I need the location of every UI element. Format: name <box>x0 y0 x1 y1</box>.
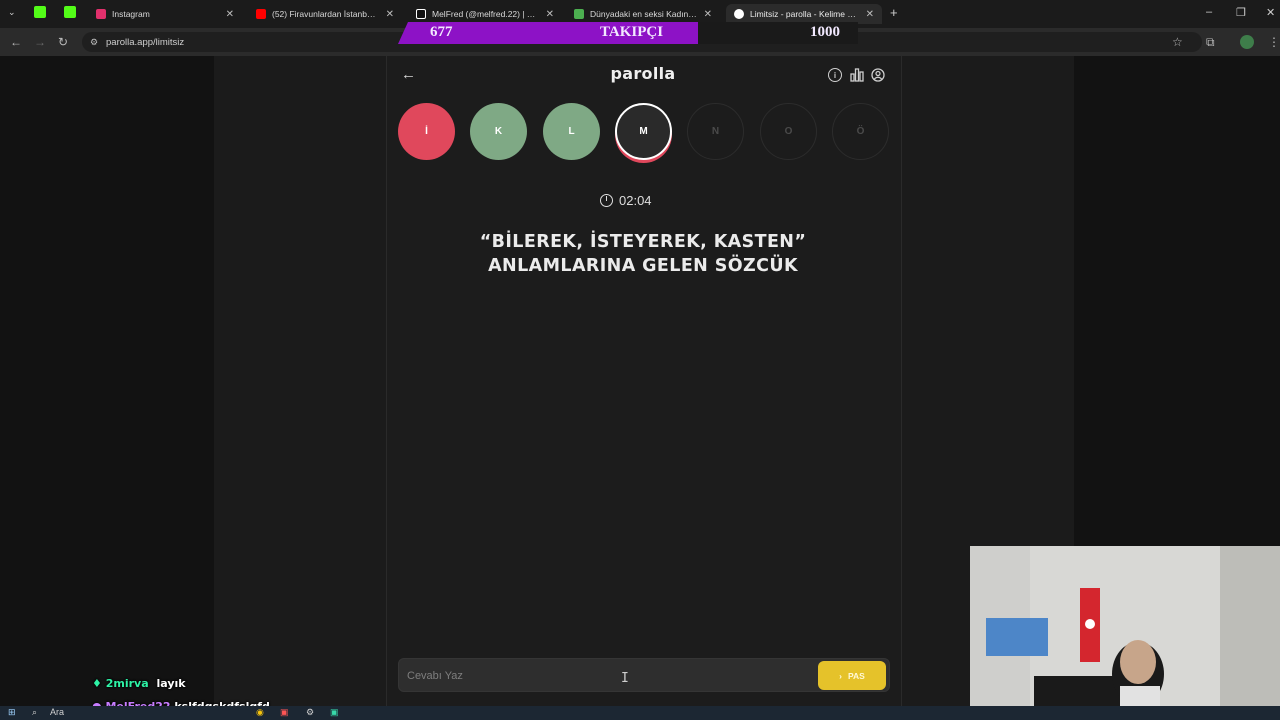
info-icon[interactable]: i <box>828 68 842 82</box>
tab-tiktok[interactable]: MelFred (@melfred.22) | TikTok ✕ <box>408 4 562 24</box>
answer-form: › PAS <box>398 658 890 692</box>
pass-button[interactable]: › PAS <box>818 661 886 690</box>
windows-start-icon[interactable]: ⊞ <box>8 707 16 718</box>
window-close-icon[interactable]: ✕ <box>1266 6 1275 19</box>
close-tab-icon[interactable]: ✕ <box>386 9 394 20</box>
chrome-icon[interactable]: ◉ <box>256 707 264 718</box>
taskbar-search-label[interactable]: Ara <box>50 707 64 717</box>
site-info-icon[interactable]: ⚙ <box>90 37 98 48</box>
letter-char: İ <box>425 126 428 137</box>
close-tab-icon[interactable]: ✕ <box>226 9 234 20</box>
pinned-tab-kick-icon[interactable] <box>34 6 46 18</box>
letter-circle-current: M <box>615 103 672 160</box>
minimize-icon[interactable]: – <box>1206 6 1212 18</box>
followers-label: TAKIPÇI <box>600 24 664 40</box>
close-tab-icon[interactable]: ✕ <box>866 9 874 20</box>
letter-circle-wrong: İ <box>398 103 455 160</box>
letter-char: L <box>568 126 575 137</box>
profile-avatar[interactable] <box>1240 35 1254 49</box>
tab-youtube[interactable]: (52) Firavunlardan İstanbul'a - Y ✕ <box>248 4 402 24</box>
tab-search[interactable]: Dünyadaki en seksi Kadın kim ✕ <box>566 4 720 24</box>
parolla-icon <box>734 9 744 19</box>
reload-icon[interactable]: ↻ <box>58 35 68 49</box>
letter-char: M <box>639 126 648 137</box>
pinned-tab-kick-2-icon[interactable] <box>64 6 76 18</box>
letter-circle-pending: N <box>687 103 744 160</box>
taskbar: ⊞ ⌕ Ara ◉ ▣ ⚙ ▣ <box>0 706 1280 720</box>
webcam-feed <box>970 546 1280 720</box>
instagram-icon <box>96 9 106 19</box>
stats-icon[interactable] <box>850 68 864 82</box>
clock-icon <box>600 193 613 207</box>
restore-icon[interactable]: ❐ <box>1236 6 1246 19</box>
tab-instagram[interactable]: Instagram ✕ <box>88 4 242 24</box>
question-line-1: “BİLEREK, İSTEYEREK, KASTEN” <box>479 232 807 252</box>
followers-goal: 1000 <box>810 24 840 40</box>
text-cursor-icon: I <box>621 671 629 686</box>
follower-goal-bar: 677 TAKIPÇI 1000 <box>398 22 858 44</box>
app-icon[interactable]: ▣ <box>280 707 289 718</box>
chat-text: layık <box>156 677 186 690</box>
chat-message: ♦ 2mirva layık <box>92 677 186 690</box>
letter-circle-pending: Ö <box>832 103 889 160</box>
new-tab-icon[interactable]: + <box>890 5 898 20</box>
bookmark-star-icon[interactable]: ☆ <box>1172 35 1183 49</box>
letter-char: N <box>711 126 720 137</box>
followers-current: 677 <box>430 24 453 40</box>
chat-username: 2mirva <box>105 677 149 690</box>
letter-circle-correct: K <box>470 103 527 160</box>
letter-circle-correct: L <box>543 103 600 160</box>
settings-icon[interactable]: ⚙ <box>306 707 314 718</box>
back-icon[interactable]: ← <box>10 35 22 49</box>
chevron-right-icon: › <box>839 670 842 681</box>
page-title: parolla <box>610 64 676 83</box>
tab-list-dropdown-icon[interactable]: ⌄ <box>8 7 16 18</box>
url-text: parolla.app/limitsiz <box>106 36 185 48</box>
close-tab-icon[interactable]: ✕ <box>704 9 712 20</box>
letter-char: Ö <box>856 126 865 137</box>
search-result-icon <box>574 9 584 19</box>
back-arrow-icon[interactable]: ← <box>401 66 416 83</box>
chat-badge-icon: ♦ <box>92 677 102 690</box>
pass-label: PAS <box>847 670 865 681</box>
countdown-timer: 02:04 <box>600 191 690 209</box>
youtube-icon <box>256 9 266 19</box>
page-margin-left <box>0 56 214 708</box>
menu-dots-icon[interactable]: ⋮ <box>1268 35 1280 49</box>
letter-char: K <box>494 126 503 137</box>
app-2-icon[interactable]: ▣ <box>330 707 339 718</box>
question-text: “BİLEREK, İSTEYEREK, KASTEN” ANLAMLARINA… <box>420 230 866 278</box>
tab-parolla[interactable]: Limitsiz - parolla - Kelime oyunu ✕ <box>726 4 882 24</box>
timer-value: 02:04 <box>619 192 652 208</box>
tiktok-icon <box>416 9 426 19</box>
question-line-2: ANLAMLARINA GELEN SÖZCÜK <box>488 256 798 276</box>
answer-input[interactable] <box>407 665 807 687</box>
close-tab-icon[interactable]: ✕ <box>546 9 554 20</box>
forward-icon[interactable]: → <box>34 35 46 49</box>
letter-circle-pending: O <box>760 103 817 160</box>
search-icon[interactable]: ⌕ <box>32 707 37 718</box>
profile-icon[interactable] <box>871 68 885 82</box>
letter-char: O <box>784 126 793 137</box>
extensions-icon[interactable]: ⧉ <box>1206 35 1215 50</box>
